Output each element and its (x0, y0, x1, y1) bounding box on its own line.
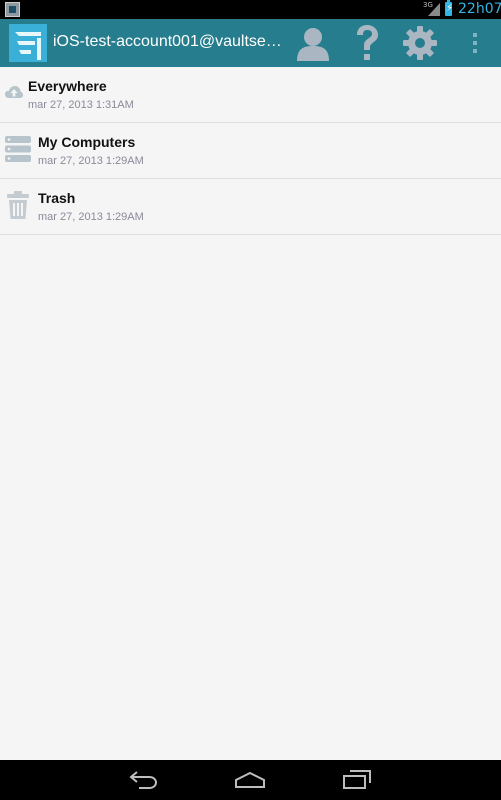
item-title: Trash (38, 190, 76, 206)
trash-icon (7, 191, 29, 219)
list-item-my-computers[interactable]: My Computers mar 27, 2013 1:29AM (0, 123, 501, 179)
settings-button[interactable] (396, 19, 444, 67)
overflow-menu-button[interactable] (455, 19, 495, 67)
item-date: mar 27, 2013 1:29AM (38, 155, 144, 167)
help-icon (357, 25, 378, 60)
navigation-bar (0, 760, 501, 800)
item-title: My Computers (38, 134, 136, 150)
item-date: mar 27, 2013 1:29AM (38, 211, 144, 223)
account-button[interactable] (289, 19, 337, 67)
recents-icon (343, 770, 371, 789)
signal-icon (428, 3, 440, 16)
item-date: mar 27, 2013 1:31AM (28, 99, 134, 111)
charging-icon: ⚡ (446, 3, 454, 14)
settings-icon (403, 26, 437, 60)
item-title: Everywhere (28, 78, 107, 94)
app-logo[interactable] (9, 24, 47, 62)
overflow-menu-icon (473, 33, 477, 53)
action-bar: iOS-test-account001@vaultser… (0, 19, 501, 67)
home-icon (235, 771, 265, 788)
cloud-icon (5, 86, 23, 98)
folder-list: Everywhere mar 27, 2013 1:31AM My Comput… (0, 67, 501, 235)
help-button[interactable] (343, 19, 391, 67)
status-bar: 3G ⚡ 22h07 (0, 0, 501, 19)
server-icon (5, 136, 31, 162)
account-icon (297, 28, 329, 61)
notification-icon (5, 2, 20, 17)
status-clock: 22h07 (458, 1, 501, 17)
account-title: iOS-test-account001@vaultser… (53, 33, 283, 50)
back-icon (129, 771, 158, 789)
home-button[interactable] (220, 760, 280, 800)
list-item-trash[interactable]: Trash mar 27, 2013 1:29AM (0, 179, 501, 235)
back-button[interactable] (114, 760, 174, 800)
recents-button[interactable] (327, 760, 387, 800)
list-item-everywhere[interactable]: Everywhere mar 27, 2013 1:31AM (0, 67, 501, 123)
